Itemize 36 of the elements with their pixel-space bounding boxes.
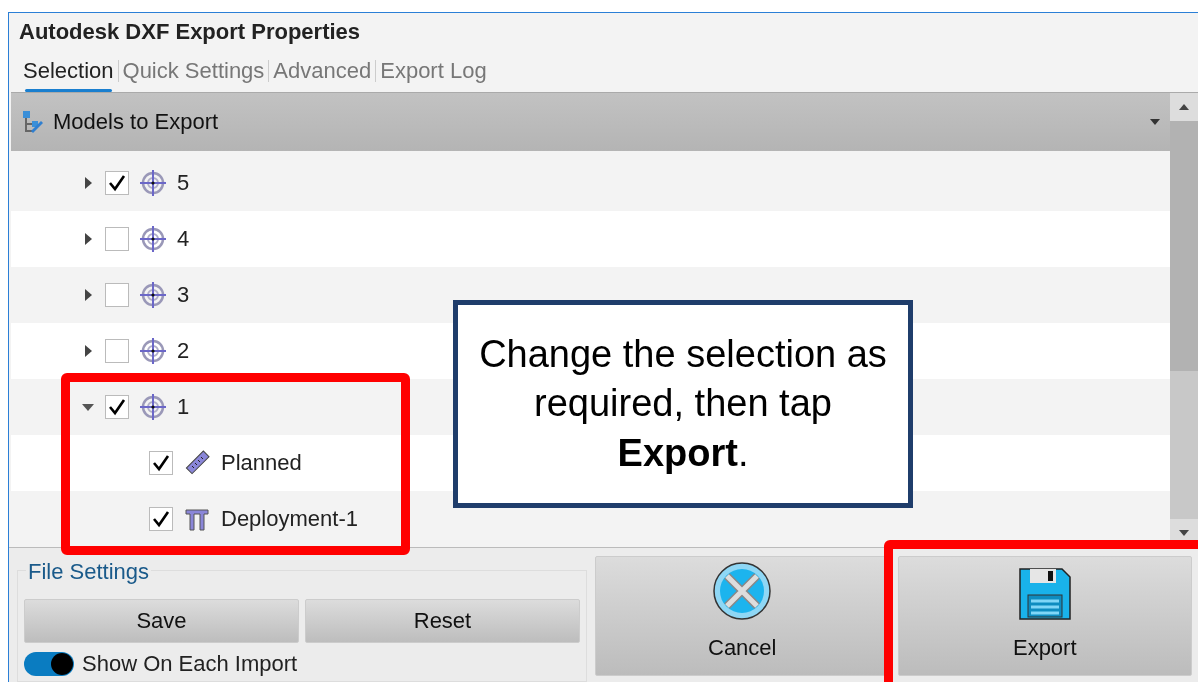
tree-item-label[interactable]: 1 bbox=[177, 394, 190, 420]
checkbox[interactable] bbox=[105, 339, 129, 363]
cancel-icon bbox=[712, 561, 773, 621]
window-title: Autodesk DXF Export Properties bbox=[18, 18, 362, 46]
action-button[interactable]: Export bbox=[897, 556, 1192, 676]
dropdown-arrow-icon[interactable] bbox=[1150, 119, 1160, 125]
checkbox[interactable] bbox=[105, 395, 129, 419]
tree-item-label[interactable]: Planned bbox=[221, 450, 302, 476]
settings-button[interactable]: Reset bbox=[305, 599, 580, 643]
tab[interactable]: Advanced bbox=[269, 50, 376, 92]
crosshair-icon bbox=[139, 393, 167, 421]
scroll-down-arrow-icon[interactable] bbox=[1179, 530, 1189, 536]
tree-item-label[interactable]: 4 bbox=[177, 226, 190, 252]
tab[interactable]: Export Log bbox=[376, 50, 491, 92]
tree-item-label[interactable]: 2 bbox=[177, 338, 190, 364]
scroll-up-arrow-icon[interactable] bbox=[1179, 104, 1189, 110]
checkbox[interactable] bbox=[149, 507, 173, 531]
callout-text: Change the selection as required, then tap Export. bbox=[453, 300, 913, 508]
tree-item-label[interactable]: 5 bbox=[177, 170, 190, 196]
tab[interactable]: Selection bbox=[19, 50, 118, 92]
checkbox[interactable] bbox=[105, 283, 129, 307]
toggle-switch[interactable] bbox=[24, 652, 74, 676]
toggle-label: Show On Each Import bbox=[82, 651, 298, 677]
tab[interactable]: Quick Settings bbox=[118, 50, 269, 92]
checkbox[interactable] bbox=[149, 451, 173, 475]
crosshair-icon bbox=[139, 225, 167, 253]
tree-item-label[interactable]: 3 bbox=[177, 282, 190, 308]
panel-header[interactable]: Models to Export bbox=[11, 93, 1170, 151]
crosshair-icon bbox=[139, 169, 167, 197]
tree-structure-icon bbox=[21, 109, 45, 135]
crosshair-icon bbox=[139, 337, 167, 365]
checkbox[interactable] bbox=[105, 171, 129, 195]
crosshair-icon bbox=[139, 281, 167, 309]
tree-item-label[interactable]: Deployment-1 bbox=[221, 506, 358, 532]
checkbox[interactable] bbox=[105, 227, 129, 251]
settings-button[interactable]: Save bbox=[24, 599, 299, 643]
